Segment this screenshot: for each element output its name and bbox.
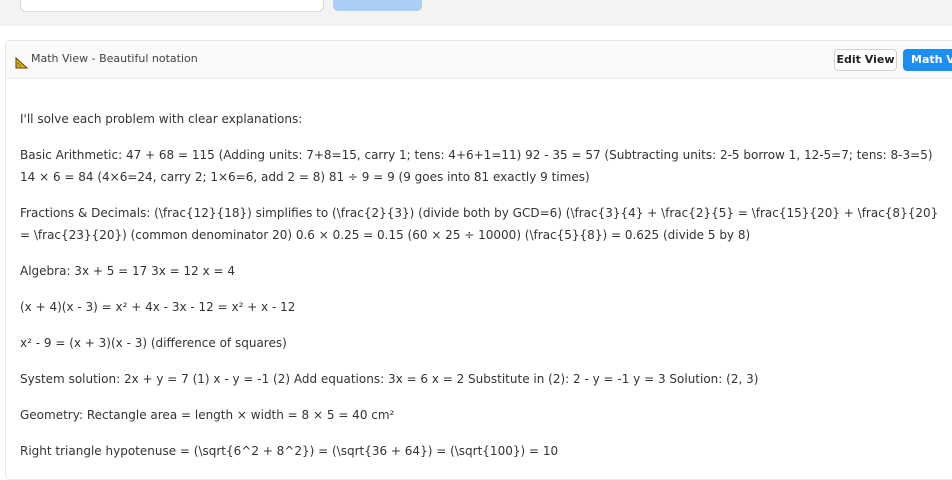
submit-button[interactable] xyxy=(333,0,422,11)
panel-header: Math View - Beautiful notation Edit View… xyxy=(6,41,952,79)
algebra-section: Algebra: 3x + 5 = 17 3x = 12 x = 4 xyxy=(20,264,236,278)
top-toolbar xyxy=(0,0,952,26)
factor-section: x² - 9 = (x + 3)(x - 3) (difference of s… xyxy=(20,336,287,350)
arithmetic-section: Basic Arithmetic: 47 + 68 = 115 (Adding … xyxy=(20,148,933,184)
expand-section: (x + 4)(x - 3) = x² + 4x - 3x - 12 = x² … xyxy=(20,300,296,314)
system-section: System solution: 2x + y = 7 (1) x - y = … xyxy=(20,372,759,386)
edit-view-button[interactable]: Edit View xyxy=(834,49,897,71)
intro-text: I'll solve each problem with clear expla… xyxy=(20,112,303,126)
geometry-section: Geometry: Rectangle area = length × widt… xyxy=(20,408,395,422)
problem-input[interactable] xyxy=(20,0,324,12)
solution-content: I'll solve each problem with clear expla… xyxy=(20,108,940,476)
panel-title: Math View - Beautiful notation xyxy=(31,52,198,65)
fractions-section: Fractions & Decimals: (\frac{12}{18}) si… xyxy=(20,206,939,242)
hypotenuse-section: Right triangle hypotenuse = (\sqrt{6^2 +… xyxy=(20,444,559,458)
ruler-triangle-icon xyxy=(15,54,29,69)
math-view-button[interactable]: Math View xyxy=(903,49,952,71)
